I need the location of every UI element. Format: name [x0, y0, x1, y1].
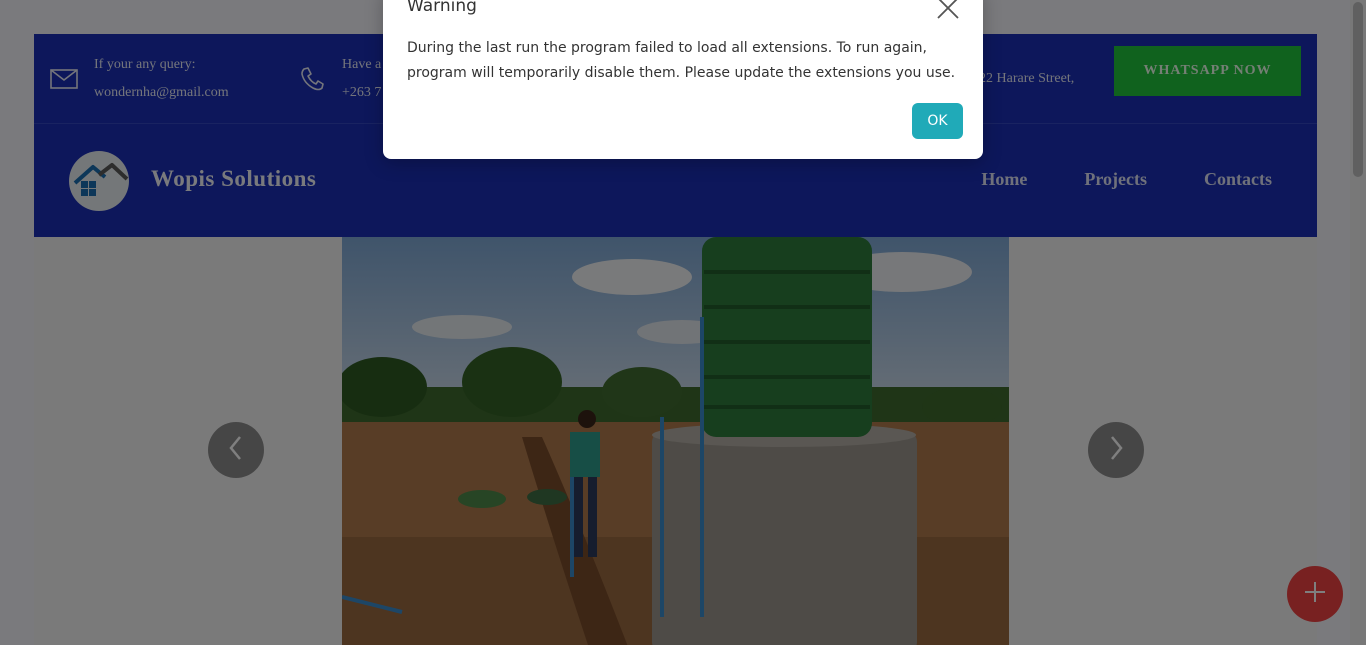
ok-button[interactable]: OK — [912, 103, 963, 139]
close-icon[interactable] — [936, 0, 960, 20]
dialog-message: During the last run the program failed t… — [407, 40, 956, 81]
warning-dialog: Warning During the last run the program … — [383, 0, 983, 159]
dialog-title: Warning — [407, 0, 477, 16]
